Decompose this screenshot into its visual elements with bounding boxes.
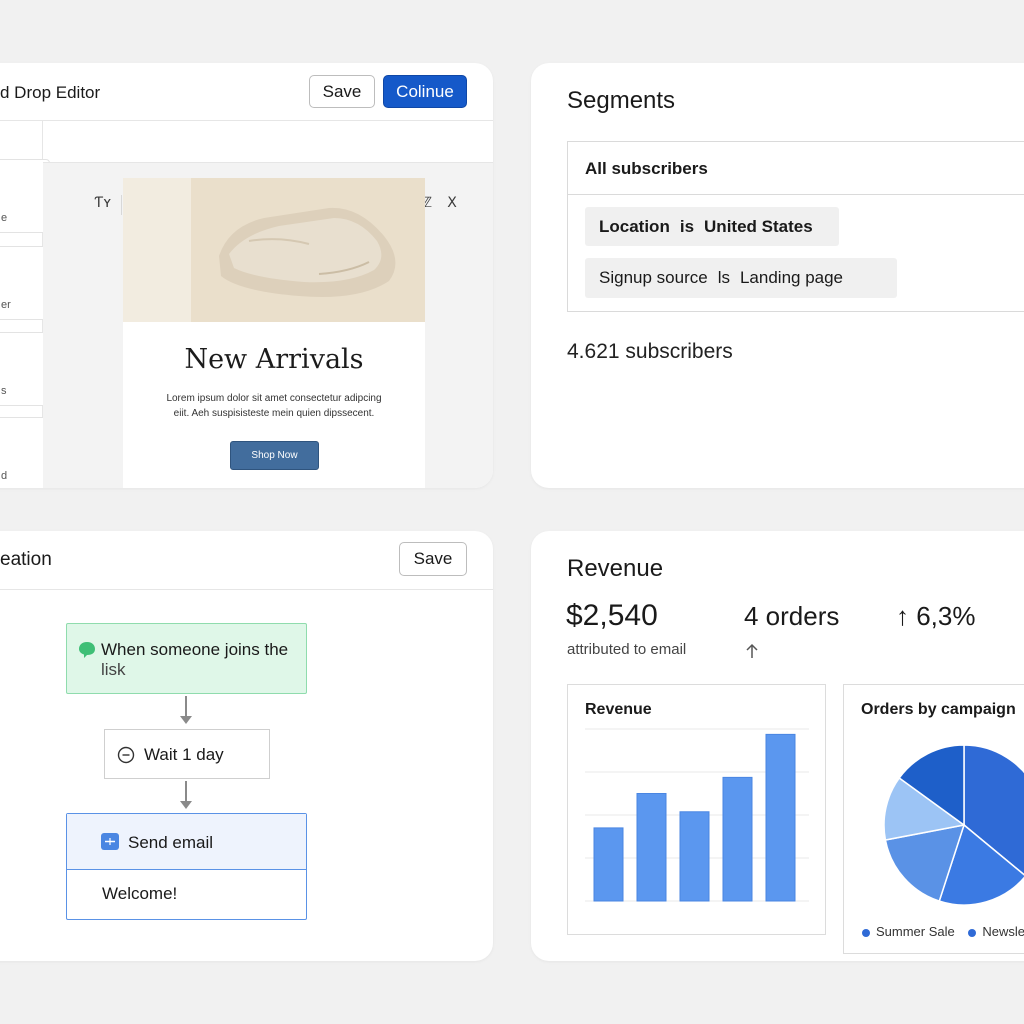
speech-bubble-icon <box>79 642 95 658</box>
arrow-down-icon <box>180 716 192 724</box>
bar-4 <box>765 733 796 902</box>
wait-node[interactable]: Wait 1 day <box>104 729 270 779</box>
condition-field: Location <box>599 216 670 236</box>
revenue-bar-chart <box>585 728 809 902</box>
legend-item-newsletter: Newsle <box>968 924 1024 939</box>
block-tile-label: e <box>1 212 8 224</box>
email-body-line-2: eiit. Aeh suspisisteste mein quien dipss… <box>173 408 375 419</box>
email-icon <box>101 833 119 850</box>
trigger-line-1: When someone joins the <box>101 640 289 659</box>
email-editor-card: d Drop Editor Save Colinue eersd ƬʏRIIU≡… <box>0 63 493 488</box>
toolbar-separator <box>121 195 122 215</box>
condition-value: United States <box>704 216 813 236</box>
trigger-line-2: lisk <box>101 660 126 679</box>
orders-count: 4 orders <box>744 601 840 631</box>
segment-group-label: All subscribers <box>585 159 708 178</box>
condition-field: Signup source <box>599 268 708 287</box>
legend-item-summer-sale: Summer Sale <box>862 924 955 939</box>
automation-save-button[interactable]: Save <box>399 542 467 576</box>
flow-connector <box>185 781 187 801</box>
bar-2 <box>679 811 710 902</box>
block-tile-label: s <box>1 385 7 397</box>
email-body-line-1: Lorem ipsum dolor sit amet consectetur a… <box>166 393 382 404</box>
send-email-node[interactable]: Send email Welcome! <box>66 813 307 920</box>
bar-0 <box>593 827 624 902</box>
sweater-image <box>219 207 396 297</box>
save-button[interactable]: Save <box>309 75 375 108</box>
shop-now-button[interactable]: Shop Now <box>230 441 319 470</box>
toolbar-button-11[interactable]: X <box>442 195 462 211</box>
revenue-title: Revenue <box>567 555 664 582</box>
bar-1 <box>636 793 667 902</box>
pie-legend: Summer Sale Newsle <box>862 924 1024 939</box>
block-tile-label: d <box>1 470 8 482</box>
bar-3 <box>722 776 753 902</box>
condition-operator: ls <box>717 268 730 287</box>
continue-button[interactable]: Colinue <box>383 75 467 108</box>
editor-title: d Drop Editor <box>0 83 101 102</box>
header-divider <box>0 120 493 121</box>
segment-condition-signup-source[interactable]: Signup source ls Landing page <box>585 258 897 298</box>
orders-pie-chart <box>883 744 1024 906</box>
condition-operator: is <box>679 216 695 236</box>
email-preview: New Arrivals Lorem ipsum dolor sit amet … <box>123 178 425 488</box>
condition-value: Landing page <box>739 268 844 287</box>
revenue-amount: $2,540 <box>566 599 658 632</box>
flow-connector <box>185 696 187 716</box>
email-name: Welcome! <box>102 884 178 903</box>
email-heading: New Arrivals <box>184 344 364 375</box>
arrow-down-icon <box>180 801 192 809</box>
subscriber-count: 4.621 subscribers <box>567 340 733 363</box>
orders-pie-chart-card: Orders by campaign Summer Sale Newsle <box>843 684 1024 954</box>
segment-condition-location[interactable]: Location is United States <box>585 207 839 246</box>
revenue-change: ↑ 6,3% <box>896 601 976 631</box>
toolbar-button-0[interactable]: Ƭʏ <box>93 195 113 211</box>
toolbar-divider <box>43 162 493 163</box>
segments-title: Segments <box>567 87 676 114</box>
automation-title: eation <box>0 549 52 570</box>
arrow-up-icon <box>746 643 758 658</box>
product-image <box>123 178 425 322</box>
revenue-caption: attributed to email <box>567 641 687 658</box>
clock-icon <box>117 746 135 764</box>
trigger-node[interactable]: When someone joins the lisk <box>66 623 307 694</box>
automation-header-divider <box>0 589 493 590</box>
block-tile-label: er <box>1 299 11 311</box>
send-email-label: Send email <box>128 833 214 852</box>
wait-label: Wait 1 day <box>144 745 224 764</box>
revenue-bar-chart-card: Revenue <box>567 684 826 935</box>
